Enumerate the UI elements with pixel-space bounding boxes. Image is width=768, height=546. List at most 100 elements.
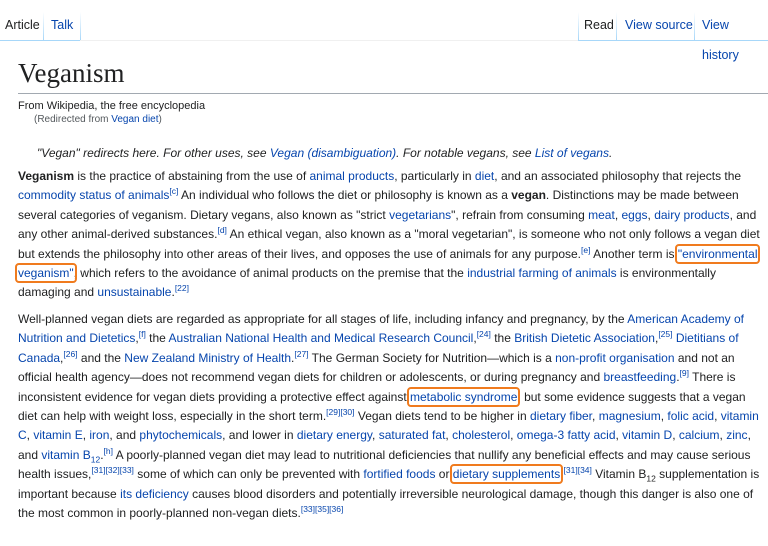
redirect-note: (Redirected from Vegan diet) [34, 113, 162, 127]
text: some of which can only be prevented with [133, 467, 364, 482]
text: , and an associated philosophy that reje… [494, 169, 742, 183]
link-nz-ministry-of-health[interactable]: New Zealand Ministry of Health [124, 351, 291, 365]
text: , and [109, 428, 140, 443]
tab-separator [616, 12, 617, 40]
site-subtitle: From Wikipedia, the free encyclopedia [18, 100, 206, 112]
text: , and lower in [222, 428, 297, 443]
hatnote-link-list-of-vegans[interactable]: List of vegans [535, 146, 609, 160]
redirect-link[interactable]: Vegan diet [111, 114, 158, 125]
reference-24[interactable]: [24] [477, 329, 491, 339]
hatnote-link-disambiguation[interactable]: Vegan (disambiguation) [270, 146, 396, 160]
hatnote-text: . For notable vegans, see [396, 146, 535, 160]
text: The German Society for Nutrition—which i… [308, 350, 556, 365]
tab-view-history[interactable]: View history [697, 10, 768, 62]
text: , [372, 428, 379, 443]
text: Another term is [590, 246, 678, 261]
link-commodity-status[interactable]: commodity status of animals [18, 188, 169, 202]
link-vitamin-e[interactable]: vitamin E [33, 428, 82, 442]
reference-h[interactable]: [h] [104, 446, 113, 456]
link-metabolic-syndrome[interactable]: metabolic syndrome [407, 386, 521, 407]
link-fortified-foods[interactable]: fortified foods [363, 467, 435, 481]
text: Vitamin B [591, 467, 647, 482]
reference-27[interactable]: [27] [294, 349, 308, 359]
tab-read[interactable]: Read [579, 10, 619, 41]
text: , [714, 409, 721, 424]
reference-31-32-33[interactable]: [31][32][33] [91, 465, 134, 475]
link-eggs[interactable]: eggs [621, 208, 647, 222]
bold-term: vegan [511, 188, 546, 203]
tab-article[interactable]: Article [0, 10, 45, 41]
paragraph-intro: Veganism is the practice of abstaining f… [14, 167, 761, 303]
reference-d[interactable]: [d] [217, 225, 226, 235]
link-magnesium[interactable]: magnesium [599, 409, 661, 423]
page-tabs: Article Talk Read View source View histo… [0, 0, 768, 62]
text: or [435, 467, 453, 482]
link-folic-acid[interactable]: folic acid [667, 409, 714, 423]
link-non-profit[interactable]: non-profit organisation [555, 351, 674, 365]
link-vitamin-d[interactable]: vitamin D [622, 428, 672, 442]
reference-29-30[interactable]: [29][30] [326, 407, 354, 417]
text: , [672, 428, 679, 443]
text: is the practice of abstaining from the u… [74, 169, 310, 183]
link-vitamin-b12[interactable]: vitamin B12 [41, 447, 101, 465]
link-cholesterol[interactable]: cholesterol [452, 428, 510, 442]
hatnote-text: . [608, 146, 613, 160]
tab-separator [43, 12, 44, 40]
reference-26[interactable]: [26] [63, 349, 77, 359]
tab-border [578, 40, 768, 41]
link-animal-products[interactable]: animal products [310, 169, 395, 183]
hatnote: "Vegan" redirects here. For other uses, … [37, 145, 612, 161]
link-meat[interactable]: meat [588, 208, 615, 222]
link-zinc[interactable]: zinc [726, 428, 747, 442]
text: and the [77, 350, 125, 365]
tab-border [80, 40, 578, 41]
text: ", refrain from consuming [451, 207, 589, 222]
redirect-suffix: ) [158, 114, 162, 125]
title-divider [18, 93, 768, 94]
reference-31-34[interactable]: [31][34] [564, 465, 592, 475]
text: , [592, 409, 599, 424]
reference-9[interactable]: [9] [680, 368, 689, 378]
tab-separator [694, 12, 695, 40]
link-unsustainable[interactable]: unsustainable [97, 285, 171, 299]
link-phytochemicals[interactable]: phytochemicals [139, 428, 222, 442]
text: Well-planned vegan diets are regarded as… [18, 312, 628, 326]
subscript: 12 [90, 454, 101, 465]
bold-term: Veganism [18, 169, 75, 183]
link-dietary-fiber[interactable]: dietary fiber [530, 409, 592, 423]
paragraph-health: Well-planned vegan diets are regarded as… [18, 310, 760, 523]
reference-25[interactable]: [25] [658, 329, 672, 339]
link-calcium[interactable]: calcium [679, 428, 720, 442]
link-omega-3[interactable]: omega-3 fatty acid [517, 428, 616, 442]
text: , which refers to the avoidance of anima… [73, 266, 468, 281]
link-breastfeeding[interactable]: breastfeeding [603, 370, 676, 384]
reference-33-35-36[interactable]: [33][35][36] [301, 504, 344, 514]
redirect-prefix: (Redirected from [34, 114, 112, 125]
link-dietary-supplements[interactable]: dietary supplements [449, 464, 564, 485]
text: , [510, 428, 517, 443]
tab-border [0, 40, 80, 41]
text: the [145, 331, 169, 346]
reference-22[interactable]: [22] [175, 283, 189, 293]
subscript: 12 [646, 473, 656, 484]
hatnote-text: "Vegan" redirects here. For other uses, … [37, 146, 270, 160]
reference-f[interactable]: [f] [139, 329, 146, 339]
link-bda[interactable]: British Dietetic Association [514, 331, 655, 345]
link-dairy-products[interactable]: dairy products [654, 208, 729, 222]
link-vegetarians[interactable]: vegetarians [389, 208, 451, 222]
link-iron[interactable]: iron [89, 428, 109, 442]
link-saturated-fat[interactable]: saturated fat [379, 428, 446, 442]
link-its-deficiency[interactable]: its deficiency [120, 487, 189, 501]
link-text: vitamin B [41, 447, 91, 462]
link-industrial-farming[interactable]: industrial farming of animals [467, 266, 616, 280]
link-dietary-energy[interactable]: dietary energy [297, 428, 372, 442]
text: , particularly in [394, 169, 475, 183]
link-diet[interactable]: diet [475, 169, 494, 183]
tab-talk[interactable]: Talk [46, 10, 78, 40]
text: the [490, 331, 515, 346]
link-nhmrc[interactable]: Australian National Health and Medical R… [169, 331, 474, 345]
tab-separator [80, 12, 81, 40]
text: Vegan diets tend to be higher in [354, 409, 530, 424]
tab-view-source[interactable]: View source [620, 10, 698, 40]
text: An individual who follows the diet or ph… [178, 188, 512, 203]
